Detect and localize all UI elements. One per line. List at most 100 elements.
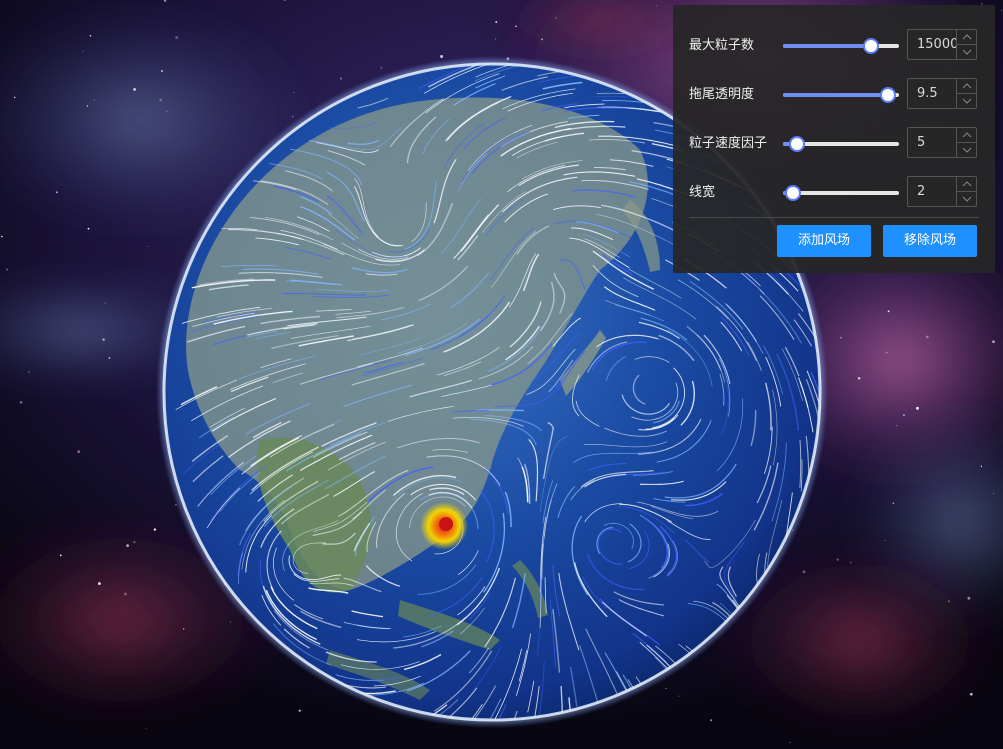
panel-divider [689, 217, 979, 218]
star [89, 34, 92, 37]
star [166, 110, 168, 112]
trail-opacity-decrement[interactable] [956, 94, 976, 108]
remove-wind-field-button[interactable]: 移除风场 [883, 225, 977, 257]
trail-opacity-increment[interactable] [956, 79, 976, 94]
star [5, 268, 9, 271]
line-width-increment[interactable] [956, 177, 976, 192]
max-particles-slider[interactable] [783, 38, 899, 54]
line-width-decrement[interactable] [956, 192, 976, 206]
trail-opacity-row: 拖尾透明度 9.5 [673, 78, 995, 112]
speed-factor-increment[interactable] [956, 128, 976, 143]
chevron-up-icon [962, 181, 972, 187]
trail-opacity-slider-thumb[interactable] [880, 87, 897, 103]
star [292, 116, 294, 118]
speed-factor-label: 粒子速度因子 [689, 136, 768, 151]
line-width-input[interactable]: 2 [907, 176, 977, 207]
line-width-value[interactable]: 2 [917, 183, 957, 201]
star [892, 502, 895, 505]
max-particles-increment[interactable] [956, 30, 976, 45]
max-particles-input[interactable]: 15000 [907, 29, 977, 60]
star [182, 628, 185, 630]
trail-opacity-input[interactable]: 9.5 [907, 78, 977, 109]
star [104, 302, 106, 304]
speed-factor-value[interactable]: 5 [917, 134, 957, 152]
star [789, 741, 791, 744]
star [28, 371, 30, 374]
star [710, 719, 713, 722]
star [992, 340, 995, 344]
trail-opacity-value[interactable]: 9.5 [917, 85, 957, 103]
star [87, 227, 90, 230]
line-width-slider[interactable] [783, 185, 899, 201]
max-particles-slider-thumb[interactable] [863, 38, 879, 54]
max-particles-value[interactable]: 15000 [917, 36, 957, 54]
star [1, 235, 3, 238]
wind-settings-panel: 最大粒子数 15000 拖尾透明度 9.5 粒子速度因子 5 线宽 2 添加风场… [673, 5, 995, 273]
speed-factor-row: 粒子速度因子 5 [673, 127, 995, 161]
add-wind-field-button[interactable]: 添加风场 [777, 225, 871, 257]
speed-factor-slider[interactable] [783, 136, 899, 152]
max-particles-label: 最大粒子数 [689, 38, 755, 53]
star [339, 77, 343, 80]
chevron-down-icon [962, 196, 972, 202]
star [495, 20, 498, 24]
chevron-up-icon [962, 83, 972, 89]
star [494, 38, 497, 40]
star [175, 36, 179, 39]
speed-factor-slider-thumb[interactable] [788, 136, 805, 152]
star [1001, 10, 1003, 12]
star [992, 492, 995, 495]
star [229, 621, 232, 623]
trail-opacity-slider-fill [783, 93, 888, 97]
star [126, 544, 129, 547]
star [108, 357, 111, 359]
star [802, 570, 806, 574]
trail-opacity-label: 拖尾透明度 [689, 87, 755, 102]
star [380, 66, 383, 69]
star [124, 592, 127, 596]
star [555, 17, 557, 19]
star [133, 88, 136, 91]
star [159, 98, 162, 102]
star [969, 692, 973, 696]
star [925, 335, 929, 339]
chevron-down-icon [962, 49, 972, 55]
star [857, 377, 861, 380]
star [947, 600, 950, 603]
star [93, 99, 95, 101]
star [145, 727, 147, 729]
chevron-up-icon [962, 34, 972, 40]
star [887, 310, 890, 313]
star [655, 5, 657, 7]
star [678, 695, 680, 697]
line-width-label: 线宽 [689, 185, 716, 200]
star [293, 92, 295, 94]
typhoon-vortex [420, 502, 468, 550]
trail-opacity-slider[interactable] [783, 87, 899, 103]
max-particles-slider-fill [783, 44, 870, 48]
star [967, 596, 971, 600]
star [13, 96, 16, 99]
star [896, 425, 898, 427]
line-width-slider-thumb[interactable] [785, 185, 802, 201]
star [515, 25, 517, 28]
star [440, 55, 444, 58]
star [849, 561, 852, 564]
star [916, 406, 919, 410]
star [153, 528, 157, 531]
chevron-up-icon [962, 132, 972, 138]
star [980, 465, 983, 467]
star [77, 450, 81, 454]
star [902, 414, 905, 417]
star [19, 400, 23, 404]
chevron-down-icon [962, 147, 972, 153]
star [836, 558, 839, 561]
star [884, 540, 886, 542]
star [665, 687, 667, 689]
speed-factor-decrement[interactable] [956, 143, 976, 157]
star [298, 709, 301, 712]
star [160, 69, 164, 73]
speed-factor-input[interactable]: 5 [907, 127, 977, 158]
max-particles-decrement[interactable] [956, 45, 976, 59]
star [59, 554, 62, 557]
